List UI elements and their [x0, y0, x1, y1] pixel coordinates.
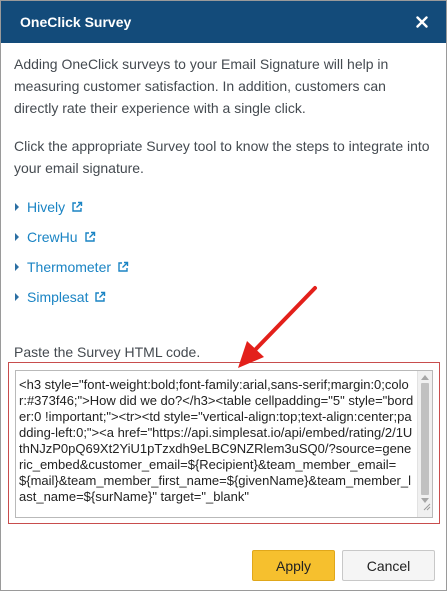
intro-paragraph-2: Click the appropriate Survey tool to kno…: [14, 138, 430, 176]
survey-html-code-text[interactable]: <h3 style="font-weight:bold;font-family:…: [19, 377, 415, 505]
close-icon[interactable]: [414, 14, 430, 30]
oneclick-survey-dialog: OneClick Survey Adding OneClick surveys …: [0, 0, 447, 591]
survey-html-code-input[interactable]: <h3 style="font-weight:bold;font-family:…: [15, 370, 433, 518]
survey-tool-link[interactable]: Thermometer: [27, 259, 111, 275]
external-link-icon[interactable]: [84, 231, 96, 243]
dialog-body: Adding OneClick surveys to your Email Si…: [1, 43, 446, 312]
external-link-icon[interactable]: [71, 201, 83, 213]
cancel-button[interactable]: Cancel: [342, 550, 435, 581]
survey-tool-hively[interactable]: Hively: [14, 192, 432, 222]
survey-tool-link[interactable]: Hively: [27, 199, 65, 215]
survey-tool-simplesat[interactable]: Simplesat: [14, 282, 432, 312]
intro-paragraph-1: Adding OneClick surveys to your Email Si…: [14, 56, 389, 116]
survey-tool-link[interactable]: CrewHu: [27, 229, 78, 245]
apply-button[interactable]: Apply: [252, 550, 335, 581]
survey-tool-list: Hively CrewHu Thermometer Simplesat: [14, 192, 432, 312]
paste-code-label: Paste the Survey HTML code.: [14, 344, 201, 360]
external-link-icon[interactable]: [117, 261, 129, 273]
dialog-title: OneClick Survey: [20, 14, 132, 30]
dialog-header: OneClick Survey: [1, 1, 446, 43]
caret-right-icon: [15, 263, 19, 271]
code-scrollbar[interactable]: [417, 371, 432, 517]
external-link-icon[interactable]: [94, 291, 106, 303]
highlight-frame: <h3 style="font-weight:bold;font-family:…: [8, 362, 440, 524]
scroll-up-icon[interactable]: [421, 375, 429, 380]
resize-grip-icon[interactable]: [422, 498, 431, 516]
scroll-thumb[interactable]: [421, 383, 429, 495]
caret-right-icon: [15, 233, 19, 241]
survey-tool-crewhu[interactable]: CrewHu: [14, 222, 432, 252]
caret-right-icon: [15, 203, 19, 211]
survey-tool-thermometer[interactable]: Thermometer: [14, 252, 432, 282]
caret-right-icon: [15, 293, 19, 301]
survey-tool-link[interactable]: Simplesat: [27, 289, 88, 305]
